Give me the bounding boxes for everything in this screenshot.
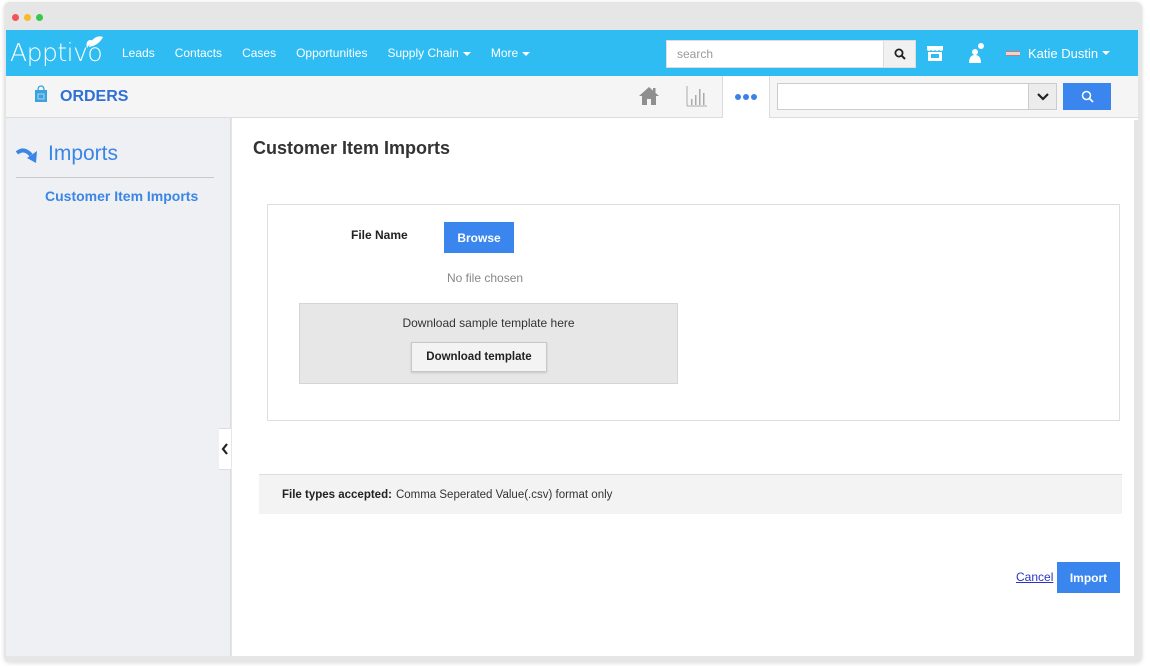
shopping-bag-icon (35, 85, 47, 102)
nav-cases[interactable]: Cases (242, 46, 276, 60)
main-nav: Leads Contacts Cases Opportunities Suppl… (122, 30, 550, 76)
file-types-text: Comma Seperated Value(.csv) format only (395, 488, 613, 501)
search-icon (1081, 90, 1094, 103)
no-file-chosen-text: No file chosen (447, 271, 524, 285)
more-icon (735, 94, 741, 100)
file-types-info: File types accepted: Comma Seperated Val… (259, 474, 1122, 514)
sidebar-collapse-button[interactable] (219, 428, 231, 470)
window-titlebar (4, 2, 1142, 32)
app-subheader: ORDERS (6, 76, 1138, 118)
apptivo-logo[interactable]: Apptivo (10, 32, 103, 72)
nav-supply-chain-label: Supply Chain (387, 46, 459, 60)
sidebar-title: Imports (48, 142, 119, 165)
nav-opportunities-label: Opportunities (296, 46, 368, 60)
app-search-button[interactable] (1063, 83, 1111, 110)
sidebar-item-customer-item-imports[interactable]: Customer Item Imports (45, 188, 198, 204)
curved-arrow-icon (16, 148, 37, 163)
nav-supply-chain[interactable]: Supply Chain (387, 46, 471, 60)
app-search-field[interactable] (777, 83, 1029, 110)
cancel-link[interactable]: Cancel (1016, 570, 1053, 584)
global-search-button[interactable] (884, 40, 916, 68)
nav-more-label: More (490, 46, 519, 60)
people-icon[interactable] (966, 42, 986, 69)
chevron-left-icon (221, 443, 228, 455)
store-icon[interactable] (926, 44, 944, 67)
nav-more[interactable]: More (490, 46, 531, 60)
flag-icon (1006, 50, 1020, 56)
chart-icon[interactable] (686, 85, 708, 112)
home-icon[interactable] (638, 86, 660, 111)
template-description: Download sample template here (402, 316, 575, 330)
download-template-button[interactable]: Download template (411, 342, 547, 372)
caret-down-icon (1102, 51, 1111, 55)
caret-down-icon (522, 51, 531, 56)
nav-leads[interactable]: Leads (122, 46, 155, 60)
main-content: Customer Item Imports File Name Browse N… (232, 118, 1138, 656)
more-options-button[interactable] (722, 76, 770, 118)
sidebar: Imports Customer Item Imports (6, 118, 231, 656)
search-icon (894, 48, 906, 60)
more-icon-dot (743, 94, 749, 100)
user-name: Katie Dustin (1028, 45, 1099, 61)
global-search (666, 40, 916, 68)
select-dropdown-button[interactable] (1029, 83, 1057, 110)
nav-leads-label: Leads (122, 46, 155, 60)
nav-opportunities[interactable]: Opportunities (296, 46, 367, 60)
page-title: Customer Item Imports (253, 138, 451, 158)
minimize-window-button[interactable] (24, 14, 31, 21)
file-name-label: File Name (351, 228, 408, 242)
user-menu[interactable]: Katie Dustin (1006, 30, 1111, 76)
browse-button[interactable]: Browse (444, 222, 514, 253)
maximize-window-button[interactable] (36, 14, 43, 21)
top-navigation-bar: Apptivo Leads Contacts Cases Opportuniti… (6, 30, 1138, 76)
nav-contacts[interactable]: Contacts (175, 46, 222, 60)
chevron-down-icon (1036, 92, 1049, 101)
nav-contacts-label: Contacts (174, 46, 223, 60)
app-search-select[interactable] (777, 83, 1057, 110)
global-search-input[interactable] (666, 40, 884, 68)
sidebar-section-header: Imports (16, 142, 214, 178)
close-window-button[interactable] (12, 14, 19, 21)
import-panel: File Name Browse No file chosen Download… (267, 204, 1120, 421)
template-download-box: Download sample template here Download t… (299, 303, 678, 384)
app-title: ORDERS (60, 88, 129, 105)
nav-cases-label: Cases (242, 46, 277, 60)
import-button[interactable]: Import (1057, 562, 1120, 593)
scrollbar[interactable] (1134, 120, 1138, 656)
caret-down-icon (462, 51, 471, 56)
leaf-icon (86, 36, 103, 48)
more-icon-dot (751, 94, 757, 100)
file-types-label: File types accepted: (282, 488, 392, 501)
